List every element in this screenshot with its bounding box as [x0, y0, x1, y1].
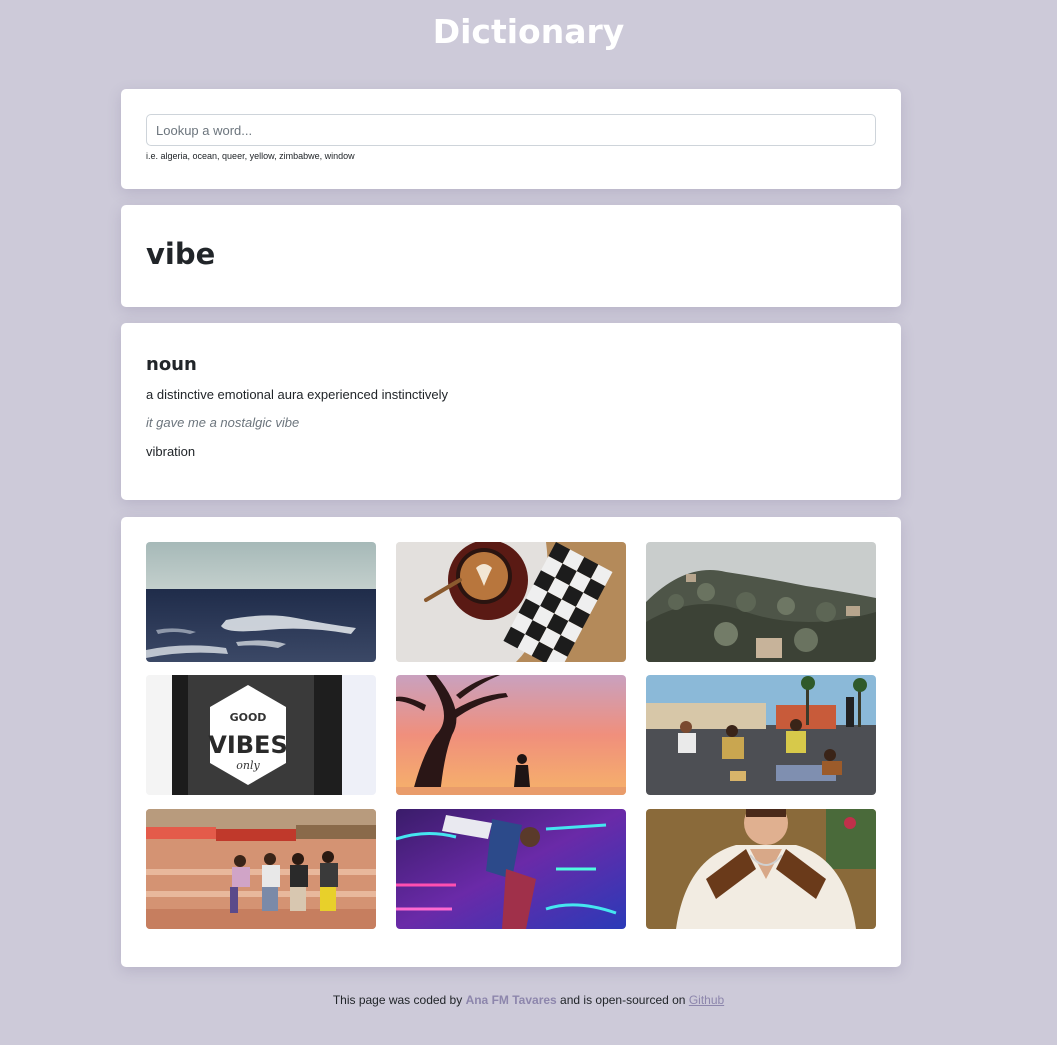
roller-skaters-image — [646, 675, 876, 795]
hillside-town-image — [646, 542, 876, 662]
latte-coffee-photo[interactable] — [396, 542, 626, 662]
skaters-sitting-image — [146, 809, 376, 929]
photos-card: GOOD VIBES only — [121, 517, 901, 967]
page-title: Dictionary — [432, 12, 625, 51]
synonym-text: vibration — [146, 444, 196, 459]
ocean-waves-photo[interactable] — [146, 542, 376, 662]
example-text: it gave me a nostalgic vibe — [146, 415, 300, 430]
github-link[interactable]: Github — [689, 993, 724, 1007]
good-vibes-sign-image: GOOD VIBES only — [146, 675, 376, 795]
latte-coffee-image — [396, 542, 626, 662]
footer-prefix: This page was coded by — [332, 993, 466, 1007]
search-input[interactable] — [146, 114, 876, 146]
word-heading: vibe — [146, 237, 216, 271]
only-text: only — [236, 759, 260, 772]
ocean-waves-image — [146, 542, 376, 662]
author-link[interactable]: Ana FM Tavares — [466, 993, 557, 1007]
meaning-card: noun a distinctive emotional aura experi… — [121, 323, 901, 500]
vibes-text: VIBES — [208, 731, 287, 759]
man-patterned-shirt-image — [646, 809, 876, 929]
good-vibes-sign-photo[interactable]: GOOD VIBES only — [146, 675, 376, 795]
roller-skaters-photo[interactable] — [646, 675, 876, 795]
search-hint: i.e. algeria, ocean, queer, yellow, zimb… — [146, 151, 355, 161]
definition-text: a distinctive emotional aura experienced… — [146, 387, 449, 402]
part-of-speech: noun — [146, 354, 197, 375]
sunset-tree-image — [396, 675, 626, 795]
skaters-sitting-photo[interactable] — [146, 809, 376, 929]
search-card: i.e. algeria, ocean, queer, yellow, zimb… — [121, 89, 901, 189]
footer: This page was coded by Ana FM Tavares an… — [0, 993, 1057, 1007]
hillside-town-photo[interactable] — [646, 542, 876, 662]
good-text: GOOD — [230, 711, 267, 724]
word-card: vibe — [121, 205, 901, 307]
neon-dancer-photo[interactable] — [396, 809, 626, 929]
sunset-tree-photo[interactable] — [396, 675, 626, 795]
footer-middle: and is open-sourced on — [556, 993, 689, 1007]
neon-dancer-image — [396, 809, 626, 929]
man-patterned-shirt-photo[interactable] — [646, 809, 876, 929]
